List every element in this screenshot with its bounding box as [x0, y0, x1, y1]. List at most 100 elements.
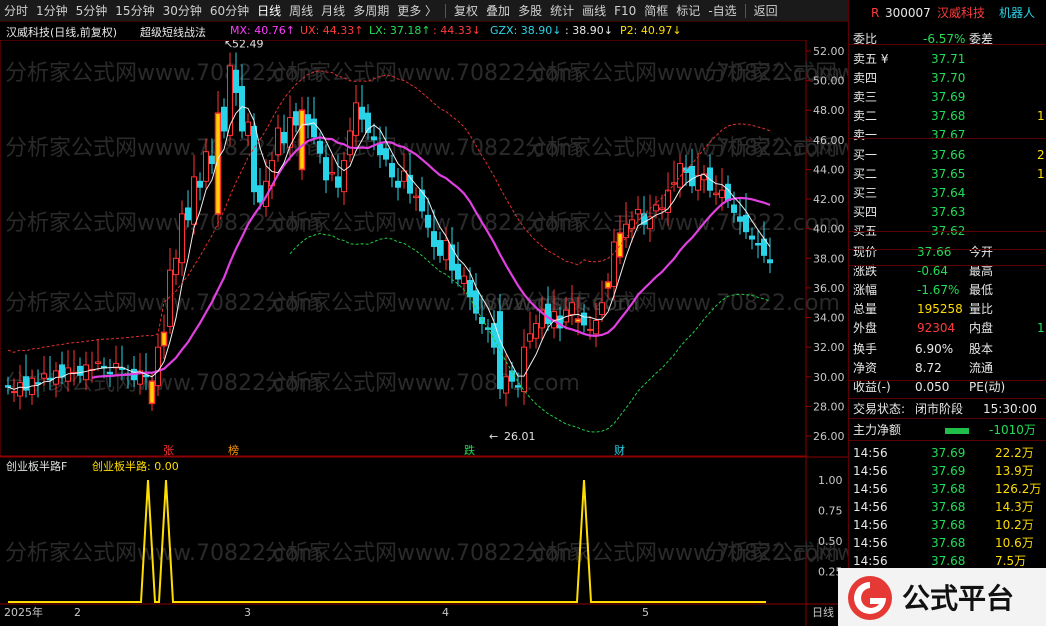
- bid-price: 37.65: [931, 167, 966, 181]
- candle: [473, 290, 479, 314]
- watermark: 分析家公式网www.70822.com: [265, 371, 580, 396]
- candle: [173, 257, 179, 276]
- bid-label: 买二: [853, 167, 878, 181]
- panel-divider: [849, 440, 1046, 441]
- toolbar-item[interactable]: 周线: [285, 2, 317, 19]
- candle: [593, 320, 599, 335]
- candle: [335, 176, 341, 188]
- toolbar-item[interactable]: 15分钟: [111, 2, 158, 19]
- stat-label: 换手: [853, 342, 878, 356]
- bid-row: 买一 37.66 2: [849, 146, 1046, 165]
- toolbar-item[interactable]: 统计: [546, 2, 578, 19]
- candle: [527, 333, 533, 342]
- ask-vol: 1: [1037, 109, 1045, 123]
- low-label: 26.01: [504, 430, 536, 443]
- candle: [443, 240, 449, 261]
- candle: [317, 140, 323, 154]
- weibi-value: -6.57%: [923, 32, 966, 46]
- toolbar-item[interactable]: 叠加: [482, 2, 514, 19]
- legend-ux: UX: 44.33↑: [300, 24, 364, 37]
- bid-row: 买三 37.64: [849, 184, 1046, 203]
- toolbar-item[interactable]: 60分钟: [206, 2, 253, 19]
- indicator-legend: 汉威科技(日线,前复权) 超级短线战法 MX: 40.76↑ UX: 44.33…: [0, 22, 848, 40]
- candle: [545, 303, 551, 324]
- candle: [743, 214, 749, 233]
- y-tick: 52.00: [813, 45, 845, 58]
- ask-row: 卖四 37.70: [849, 69, 1046, 88]
- toolbar-item[interactable]: 1分钟: [32, 2, 72, 19]
- candle: [209, 155, 215, 165]
- bid-row: 买二 37.65 1: [849, 165, 1046, 184]
- ask-row: 卖二 37.68 1: [849, 107, 1046, 126]
- weicha-label: 委差: [969, 32, 994, 46]
- quote-row: 涨幅 -1.67% 最低: [849, 281, 1046, 300]
- ask-price: 37.69: [931, 90, 966, 104]
- toolbar-separator: [744, 3, 746, 18]
- toolbar-item[interactable]: 复权: [450, 2, 482, 19]
- weibi-row: 委比 -6.57% 委差: [849, 30, 1046, 49]
- tick-time: 14:56: [853, 446, 888, 460]
- tick-price: 37.69: [931, 446, 966, 460]
- quote-label: 现价: [853, 245, 878, 259]
- candle: [160, 331, 168, 347]
- kline-chart[interactable]: 分析家公式网www.70822.com分析家公式网www.70822.com分析…: [0, 40, 848, 626]
- indicator-name[interactable]: 超级短线战法: [140, 24, 206, 40]
- tick-time: 14:56: [853, 482, 888, 496]
- y-tick: 28.00: [813, 400, 845, 413]
- tick-row: 14:56 37.68 126.2万: [849, 480, 1046, 499]
- toolbar-item[interactable]: 返回: [750, 2, 782, 19]
- tick-vol: 10.6万: [995, 536, 1034, 550]
- ask-row: 卖三 37.69: [849, 88, 1046, 107]
- status-row: 交易状态: 闭市阶段 15:30:00: [849, 400, 1046, 419]
- toolbar-item[interactable]: 多周期: [349, 2, 393, 19]
- toolbar-item[interactable]: 月线: [317, 2, 349, 19]
- toolbar-item[interactable]: 多股: [514, 2, 546, 19]
- bid-vol: 2: [1037, 148, 1045, 162]
- x-tick: 4: [442, 606, 449, 619]
- toolbar-item[interactable]: 更多 〉: [393, 2, 441, 19]
- stat-label2: 流通: [969, 361, 994, 375]
- toolbar-item[interactable]: -自选: [704, 2, 740, 19]
- y-tick: 42.00: [813, 193, 845, 206]
- toolbar-item[interactable]: 分时: [0, 2, 32, 19]
- bid-price: 37.63: [931, 205, 966, 219]
- toolbar-item[interactable]: 30分钟: [159, 2, 206, 19]
- candle: [533, 322, 539, 339]
- candle: [611, 241, 617, 287]
- candle: [389, 163, 395, 178]
- status-value: 闭市阶段: [915, 402, 964, 416]
- toolbar-item[interactable]: F10: [610, 4, 640, 18]
- r-badge: R: [871, 6, 880, 20]
- candle: [515, 385, 521, 388]
- candle: [191, 176, 197, 225]
- candle: [221, 106, 227, 132]
- toolbar-item[interactable]: 画线: [578, 2, 610, 19]
- high-label: 52.49: [232, 40, 264, 51]
- tick-vol: 10.2万: [995, 518, 1034, 532]
- y-tick: 46.00: [813, 134, 845, 147]
- toolbar-item[interactable]: 标记: [672, 2, 704, 19]
- candle: [341, 160, 347, 193]
- gspt-logo: 公式平台: [838, 568, 1046, 626]
- quote-row: 外盘 92304 内盘 1: [849, 319, 1046, 338]
- candle: [311, 118, 317, 138]
- sector-tag: 机器人: [999, 6, 1036, 20]
- candle: [148, 380, 156, 405]
- toolbar-item[interactable]: 日线: [253, 2, 285, 19]
- signal-mark: 财: [614, 443, 625, 457]
- ask-price: 37.70: [931, 71, 966, 85]
- toolbar-item[interactable]: 简框: [640, 2, 672, 19]
- tick-price: 37.68: [931, 518, 966, 532]
- ask-row: 卖一 37.67: [849, 126, 1046, 145]
- quote-panel: R 300007 汉威科技 机器人 委比 -6.57% 委差 卖五 ¥ 37.71 卖四 37.70…: [848, 0, 1046, 626]
- toolbar-item[interactable]: 5分钟: [72, 2, 112, 19]
- zl-label: 主力净额: [853, 423, 902, 437]
- tick-time: 14:56: [853, 500, 888, 514]
- panel-divider: [849, 249, 1046, 250]
- candle: [107, 371, 113, 375]
- quote-row: 现价 37.66 今开: [849, 243, 1046, 262]
- stat-value: 6.90%: [915, 342, 954, 356]
- stat-label2: 股本: [969, 342, 994, 356]
- quote-value: 195258: [917, 302, 963, 316]
- watermark: 分析家公式网www.70822.com: [525, 211, 840, 236]
